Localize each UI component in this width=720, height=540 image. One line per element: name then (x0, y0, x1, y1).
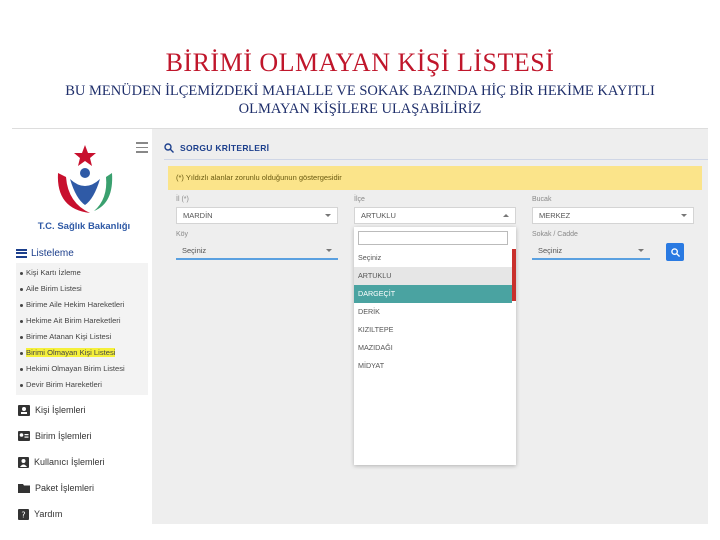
submenu-item-birime-atanan-kisi[interactable]: Birime Atanan Kişi Listesi (16, 329, 148, 345)
ilce-select[interactable]: ARTUKLU (354, 207, 516, 224)
folder-icon (18, 484, 30, 493)
id-card-icon (18, 431, 30, 441)
dropdown-option[interactable]: MAZIDAĞI (354, 339, 512, 357)
sokak-label: Sokak / Cadde (532, 231, 578, 238)
koy-label: Köy (176, 231, 189, 238)
chevron-up-icon (503, 214, 509, 217)
dropdown-option[interactable]: MİDYAT (354, 357, 512, 375)
submenu-item-aile-birim[interactable]: Aile Birim Listesi (16, 281, 148, 297)
menu-listeleme[interactable]: Listeleme (16, 245, 146, 261)
nav-paket-islemleri[interactable]: Paket İşlemleri (18, 479, 146, 497)
dropdown-options: Seçiniz ARTUKLU DARGEÇİT DERİK KIZILTEPE… (354, 249, 512, 375)
sidebar: T.C. Sağlık Bakanlığı Listeleme Kişi Kar… (12, 129, 152, 524)
ilce-label: İlçe (354, 196, 365, 203)
ministry-logo-icon (57, 145, 113, 213)
submenu-item-devir-birim[interactable]: Devir Birim Hareketleri (16, 377, 148, 393)
bucak-select[interactable]: MERKEZ (532, 207, 694, 224)
svg-text:?: ? (21, 510, 25, 519)
nav-yardim[interactable]: ? Yardım (18, 505, 146, 523)
dropdown-option[interactable]: DARGEÇİT (354, 285, 512, 303)
menu-listeleme-label: Listeleme (31, 247, 74, 259)
il-label: İl (*) (176, 196, 189, 203)
ministry-name: T.C. Sağlık Bakanlığı (37, 221, 131, 232)
chevron-down-icon (326, 249, 332, 252)
query-criteria-header[interactable]: SORGU KRİTERLERİ (164, 137, 708, 159)
listeleme-submenu: Kişi Kartı İzleme Aile Birim Listesi Bir… (16, 263, 148, 395)
search-icon (670, 247, 680, 257)
dropdown-option[interactable]: Seçiniz (354, 249, 512, 267)
dropdown-scrollbar[interactable] (512, 249, 516, 301)
chevron-down-icon (638, 249, 644, 252)
person-card-icon (18, 404, 30, 416)
nav-kisi-islemleri[interactable]: Kişi İşlemleri (18, 401, 146, 419)
search-button[interactable] (666, 243, 684, 261)
nav-birim-islemleri[interactable]: Birim İşlemleri (18, 427, 146, 445)
dropdown-option[interactable]: KIZILTEPE (354, 321, 512, 339)
submenu-item-birime-hekim-hareketleri[interactable]: Birime Aile Hekim Hareketleri (16, 297, 148, 313)
dropdown-option[interactable]: DERİK (354, 303, 512, 321)
slide-title: BİRİMİ OLMAYAN KİŞİ LİSTESİ (165, 48, 555, 77)
submenu-item-hekimi-olmayan-birim[interactable]: Hekimi Olmayan Birim Listesi (16, 361, 148, 377)
il-select[interactable]: MARDİN (176, 207, 338, 224)
dropdown-search-input[interactable] (358, 231, 508, 245)
sokak-select[interactable]: Seçiniz (532, 243, 650, 260)
chevron-down-icon (325, 214, 331, 217)
submenu-item-birimi-olmayan-kisi[interactable]: Birimi Olmayan Kişi Listesi (16, 345, 148, 361)
list-icon (16, 248, 27, 258)
ilce-dropdown: Seçiniz ARTUKLU DARGEÇİT DERİK KIZILTEPE… (354, 227, 516, 465)
search-icon (164, 143, 174, 153)
app-screenshot: T.C. Sağlık Bakanlığı Listeleme Kişi Kar… (12, 128, 708, 524)
slide-subtitle: BU MENÜDEN İLÇEMİZDEKİ MAHALLE VE SOKAK … (65, 83, 655, 117)
hamburger-menu-icon[interactable] (136, 142, 148, 156)
submenu-item-kisi-karti[interactable]: Kişi Kartı İzleme (16, 265, 148, 281)
user-icon (18, 456, 29, 468)
submenu-item-hekime-birim-hareketleri[interactable]: Hekime Ait Birim Hareketleri (16, 313, 148, 329)
help-icon: ? (18, 508, 29, 520)
header-divider (164, 159, 708, 160)
nav-kullanici-islemleri[interactable]: Kullanıcı İşlemleri (18, 453, 146, 471)
chevron-down-icon (681, 214, 687, 217)
dropdown-option[interactable]: ARTUKLU (354, 267, 512, 285)
bucak-label: Bucak (532, 196, 552, 203)
koy-select[interactable]: Seçiniz (176, 243, 338, 260)
required-fields-notice: (*) Yıldızlı alanlar zorunlu olduğunun g… (168, 166, 702, 190)
